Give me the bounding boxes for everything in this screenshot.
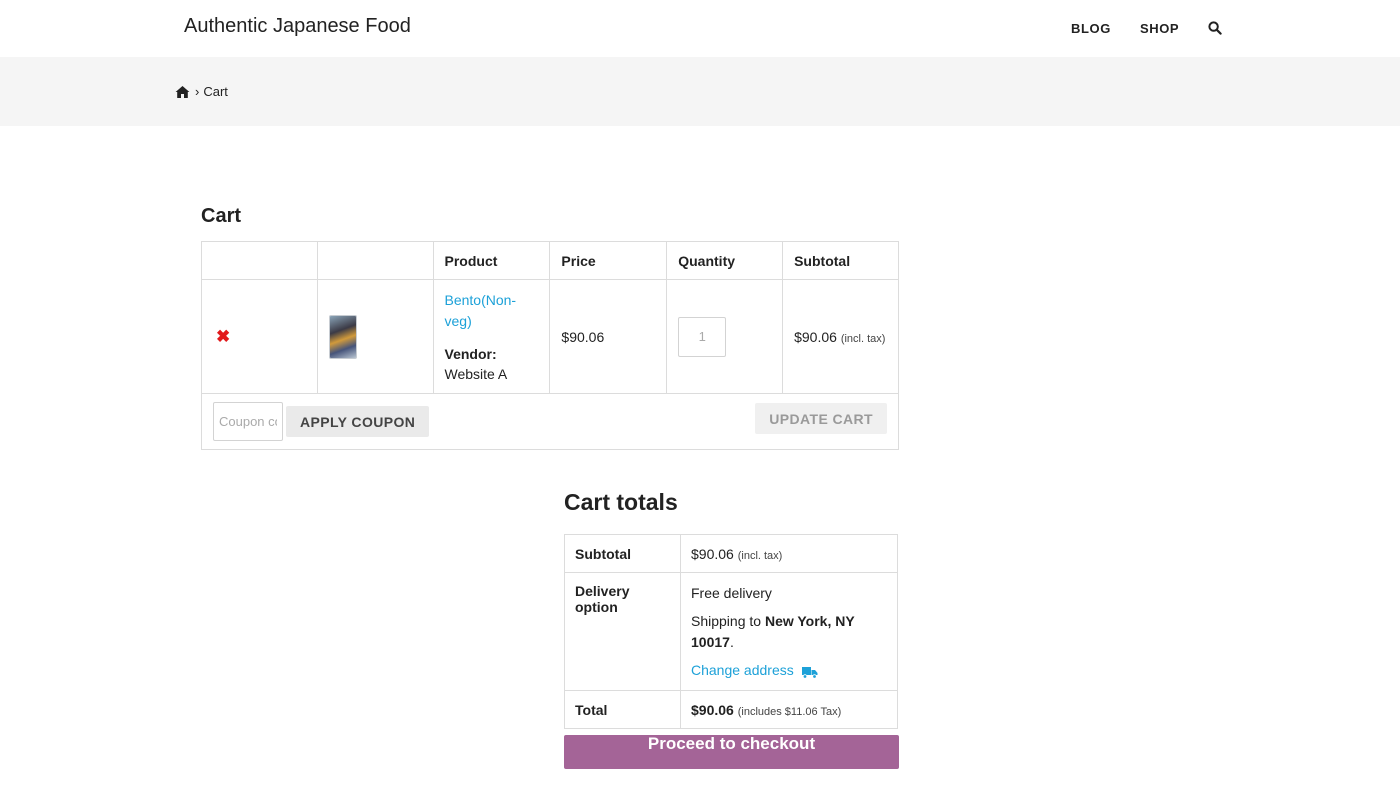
totals-total-row: Total $90.06 (includes $11.06 Tax) xyxy=(564,690,898,729)
table-row: ✖ Bento(Non-veg) Vendor: Website A $90.0… xyxy=(201,279,899,394)
quantity-input[interactable] xyxy=(678,316,727,357)
cart-totals-heading: Cart totals xyxy=(564,489,678,515)
totals-subtotal-row: Subtotal $90.06 (incl. tax) xyxy=(564,534,898,573)
change-address-label: Change address xyxy=(691,662,794,678)
cart-heading: Cart xyxy=(201,205,242,227)
col-remove xyxy=(201,241,318,280)
breadcrumb-separator: › xyxy=(195,84,200,99)
quantity-cell xyxy=(666,279,784,394)
cart-totals-table: Subtotal $90.06 (incl. tax) Delivery opt… xyxy=(564,534,898,729)
proceed-to-checkout-button[interactable]: Proceed to checkout xyxy=(564,735,899,769)
remove-cell: ✖ xyxy=(201,279,318,394)
shipping-destination: Shipping to New York, NY 10017. xyxy=(691,611,887,653)
total-value: $90.06 xyxy=(691,701,734,718)
total-label: Total xyxy=(564,690,681,729)
cart-actions-row: APPLY COUPON UPDATE CART xyxy=(201,393,899,450)
item-subtotal-note: (incl. tax) xyxy=(840,332,886,345)
totals-subtotal-value: $90.06 xyxy=(691,545,734,562)
subtotal-cell: $90.06 (incl. tax) xyxy=(782,279,899,394)
vendor-label: Vendor: xyxy=(444,345,497,362)
breadcrumb-bar: › Cart xyxy=(0,57,1400,126)
delivery-option-value: Free delivery xyxy=(691,585,772,601)
truck-icon xyxy=(801,664,818,679)
cart-table: Product Price Quantity Subtotal ✖ Bento(… xyxy=(201,241,899,450)
nav-shop[interactable]: SHOP xyxy=(1140,21,1179,36)
col-thumbnail xyxy=(316,241,434,280)
site-title[interactable]: Authentic Japanese Food xyxy=(184,15,411,38)
cart-table-header: Product Price Quantity Subtotal xyxy=(201,241,899,280)
search-icon[interactable] xyxy=(1208,20,1222,35)
main-nav: BLOG SHOP xyxy=(1071,20,1222,36)
remove-item-icon[interactable]: ✖ xyxy=(216,327,230,346)
col-product: Product xyxy=(432,241,551,280)
total-cell: $90.06 (includes $11.06 Tax) xyxy=(680,690,898,729)
shipping-prefix: Shipping to xyxy=(691,613,762,629)
totals-subtotal-cell: $90.06 (incl. tax) xyxy=(680,534,898,573)
shipping-suffix: . xyxy=(729,634,734,650)
apply-coupon-button[interactable]: APPLY COUPON xyxy=(286,406,430,437)
thumbnail-cell xyxy=(316,279,434,394)
cart-actions: APPLY COUPON UPDATE CART xyxy=(201,393,899,450)
change-address-link[interactable]: Change address xyxy=(691,660,887,680)
coupon-input[interactable] xyxy=(213,402,283,441)
site-header: Authentic Japanese Food BLOG SHOP xyxy=(0,0,1400,57)
price-cell: $90.06 xyxy=(549,279,668,394)
totals-subtotal-label: Subtotal xyxy=(564,534,681,573)
totals-delivery-row: Delivery option Free delivery Shipping t… xyxy=(564,572,898,691)
col-quantity: Quantity xyxy=(666,241,784,280)
breadcrumb-current: Cart xyxy=(203,84,228,99)
totals-subtotal-note: (incl. tax) xyxy=(737,549,783,562)
delivery-option-label: Delivery option xyxy=(564,572,681,691)
vendor-name: Website A xyxy=(444,365,508,382)
update-cart-button[interactable]: UPDATE CART xyxy=(755,403,887,434)
product-cell: Bento(Non-veg) Vendor: Website A xyxy=(432,279,551,394)
nav-blog[interactable]: BLOG xyxy=(1071,21,1111,36)
product-thumbnail[interactable] xyxy=(328,314,357,359)
item-price: $90.06 xyxy=(561,328,605,345)
col-price: Price xyxy=(549,241,668,280)
col-subtotal: Subtotal xyxy=(782,241,899,280)
delivery-option-cell: Free delivery Shipping to New York, NY 1… xyxy=(680,572,898,691)
total-tax-note: (includes $11.06 Tax) xyxy=(737,705,842,718)
product-name-link[interactable]: Bento(Non-veg) xyxy=(445,290,539,332)
home-icon[interactable] xyxy=(175,85,190,99)
item-subtotal: $90.06 xyxy=(794,328,837,345)
breadcrumb: › Cart xyxy=(175,84,228,99)
